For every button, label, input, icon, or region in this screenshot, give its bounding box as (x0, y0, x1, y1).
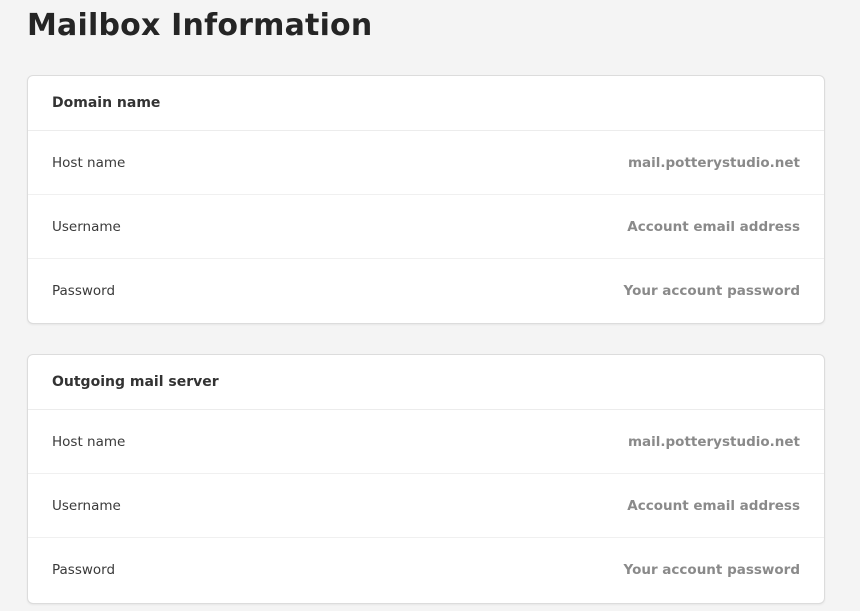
row-label: Password (52, 562, 116, 578)
row-label: Password (52, 283, 116, 299)
host-name-value: mail.potterystudio.net (627, 154, 800, 171)
page-title: Mailbox Information (27, 8, 373, 43)
row-label: Host name (52, 433, 126, 450)
row-label: Username (52, 218, 121, 235)
password-value: Your account password (623, 562, 800, 578)
host-name-value: mail.potterystudio.net (627, 433, 800, 450)
username-value: Account email address (627, 218, 800, 235)
outgoing-server-card: Outgoing mail server Host name mail.pott… (27, 354, 825, 604)
username-row: Username Account email address (28, 474, 824, 538)
username-value: Account email address (627, 497, 800, 514)
row-label: Host name (52, 154, 126, 171)
host-name-row: Host name mail.potterystudio.net (28, 410, 824, 474)
section-header: Outgoing mail server (28, 355, 824, 410)
row-label: Username (52, 497, 121, 514)
section-header: Domain name (28, 76, 824, 131)
password-row: Password Your account password (28, 259, 824, 323)
host-name-row: Host name mail.potterystudio.net (28, 131, 824, 195)
password-row: Password Your account password (28, 538, 824, 602)
username-row: Username Account email address (28, 195, 824, 259)
password-value: Your account password (623, 283, 800, 299)
incoming-server-card: Domain name Host name mail.potterystudio… (27, 75, 825, 324)
